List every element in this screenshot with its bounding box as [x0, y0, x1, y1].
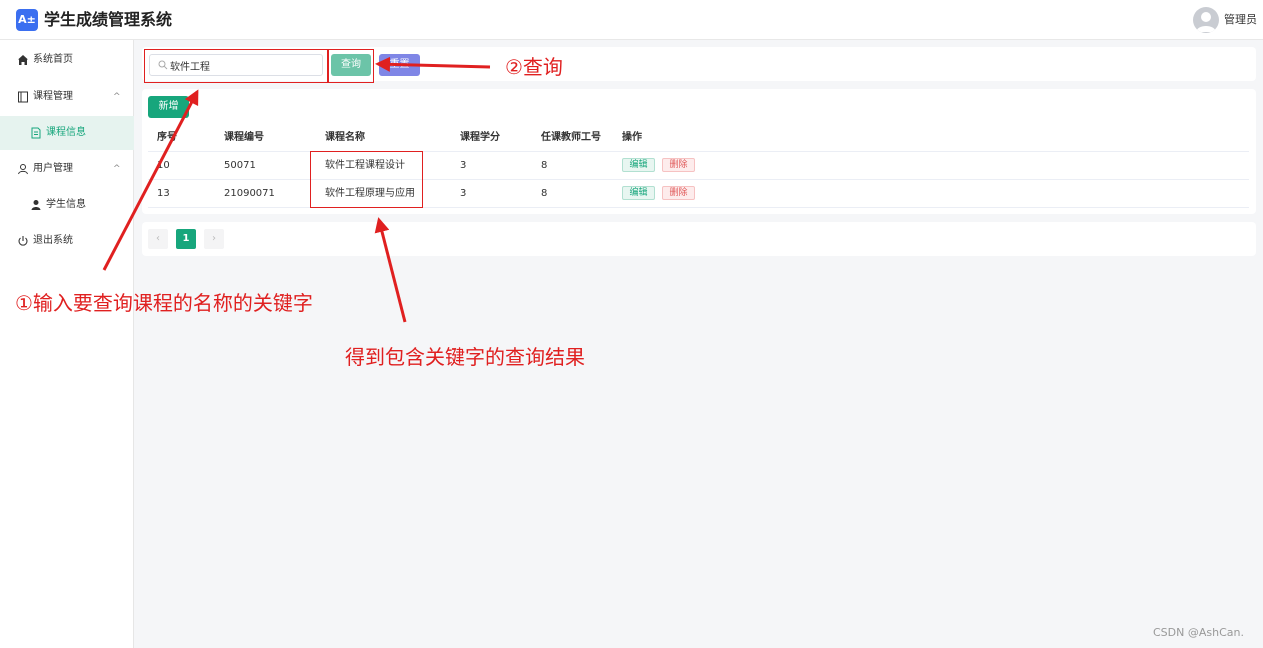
annotation-result: 得到包含关键字的查询结果	[345, 345, 585, 369]
annotation-step1: ①输入要查询课程的名称的关键字	[15, 291, 313, 315]
arrow-to-search	[102, 89, 199, 271]
arrow-to-query	[375, 56, 491, 72]
arrow-to-results	[374, 217, 407, 323]
annotation-arrows	[102, 56, 491, 323]
annotation-step2: ②查询	[505, 55, 563, 79]
watermark: CSDN @AshCan.	[1153, 626, 1244, 639]
